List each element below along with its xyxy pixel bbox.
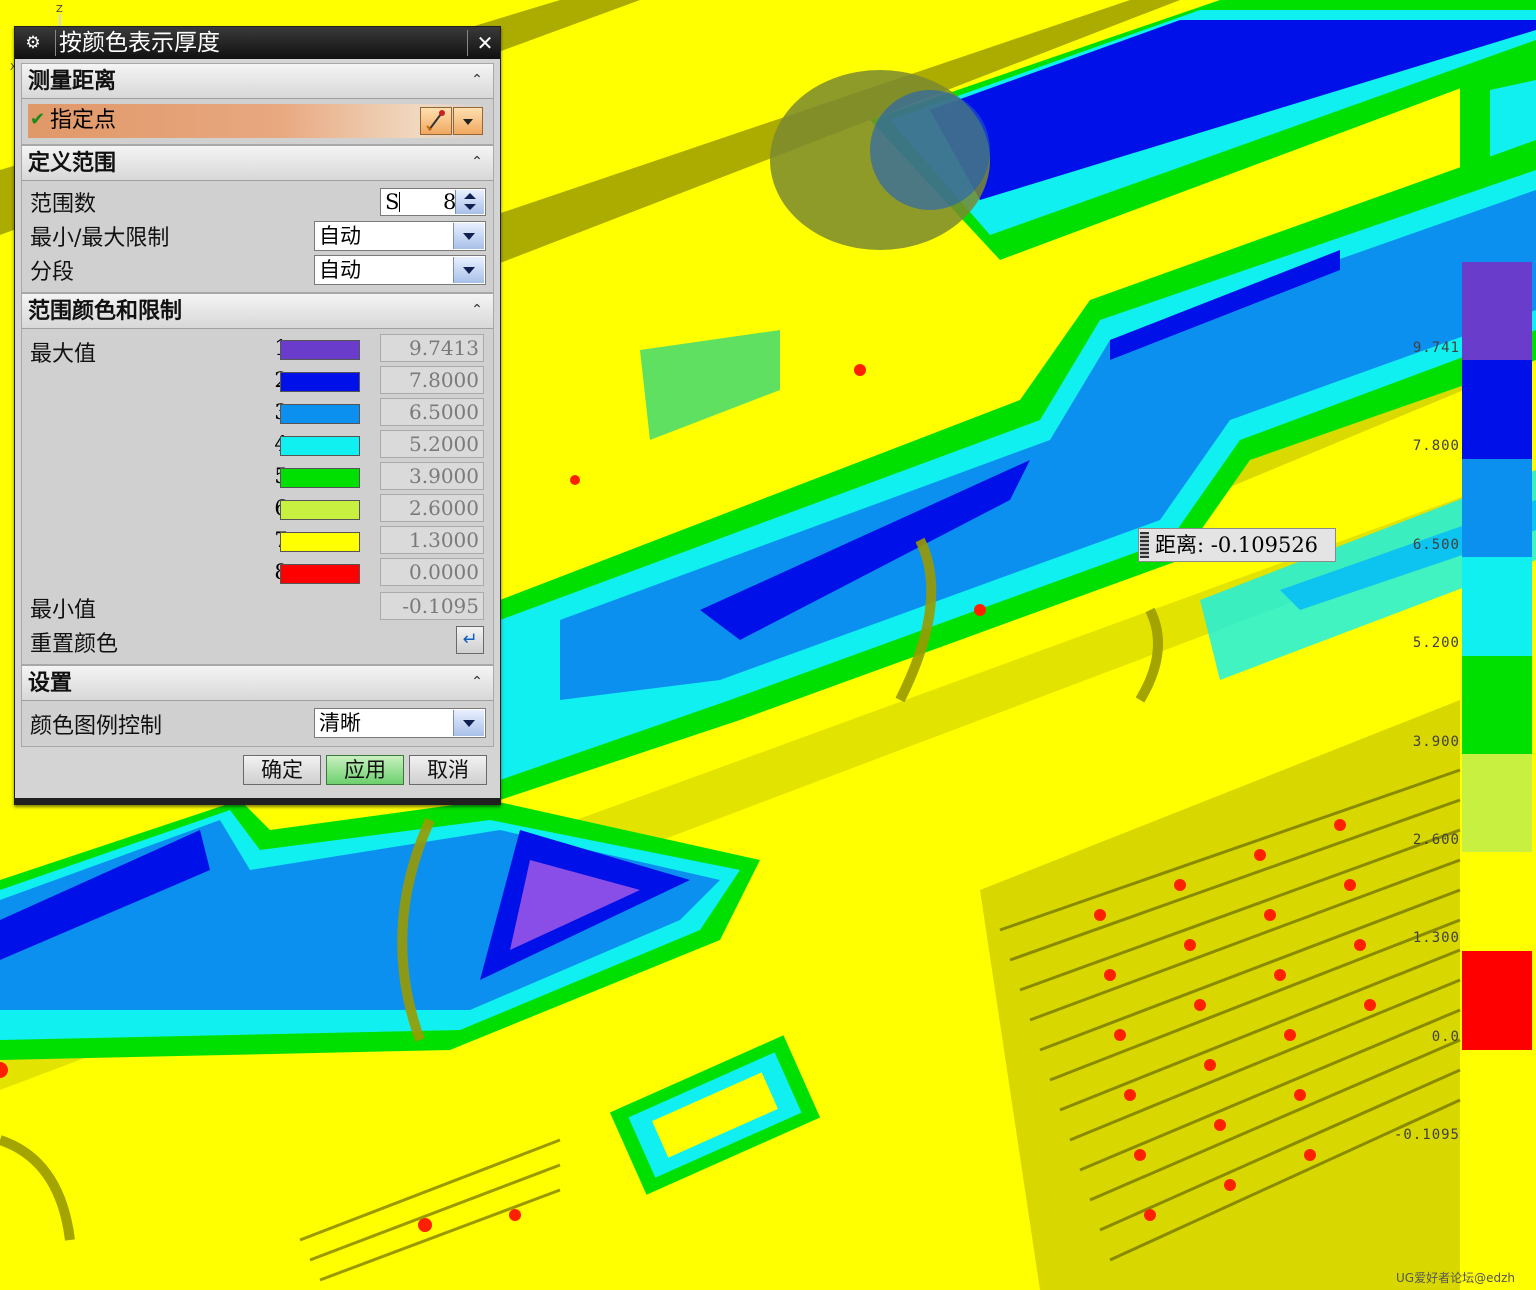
max-value-label: 最大值 (30, 342, 97, 367)
collapse-icon[interactable]: ⌃ (469, 302, 485, 318)
legend-color-segment (1462, 950, 1532, 1050)
range-count-value: S (385, 190, 400, 214)
section-header-measure[interactable]: 测量距离 ⌃ (22, 64, 493, 99)
legend-color-segment (1462, 852, 1532, 952)
legend-control-select[interactable]: 清晰 (314, 708, 486, 738)
section-title: 测量距离 (28, 68, 117, 94)
cancel-button[interactable]: 取消 (409, 755, 487, 785)
segment-label: 分段 (30, 260, 75, 285)
range-limit-field: 0.0000 (380, 558, 484, 586)
ok-button[interactable]: 确定 (243, 755, 321, 785)
check-icon: ✔ (30, 109, 46, 130)
legend-value-label: 1.300 (1412, 930, 1460, 947)
color-legend (1462, 262, 1532, 1050)
legend-color-segment (1462, 655, 1532, 755)
range-color-swatch[interactable] (280, 340, 360, 360)
point-options-dropdown[interactable] (453, 107, 483, 135)
segment-select[interactable]: 自动 (314, 255, 486, 285)
range-limit-field: 5.2000 (380, 430, 484, 458)
dropdown-icon[interactable] (453, 710, 484, 736)
section-define-range: 定义范围 ⌃ 范围数 S 8 最小/最大限制 自动 分段 自动 (21, 145, 494, 293)
section-header-settings[interactable]: 设置 ⌃ (22, 666, 493, 701)
apply-button[interactable]: 应用 (326, 755, 404, 785)
minmax-limit-label: 最小/最大限制 (30, 226, 170, 251)
legend-color-segment (1462, 360, 1532, 460)
watermark: UG爱好者论坛@edzh (1396, 1271, 1515, 1285)
min-value-label: 最小值 (30, 598, 97, 623)
legend-color-segment (1462, 262, 1532, 361)
range-limit-field: 9.7413 (380, 334, 484, 362)
specify-point-label: 指定点 (50, 108, 117, 133)
section-title: 设置 (28, 670, 73, 696)
range-count-label: 范围数 (30, 192, 97, 217)
range-color-swatch[interactable] (280, 468, 360, 488)
reset-icon[interactable]: ↵ (456, 626, 484, 654)
range-count-input[interactable]: S 8 (380, 188, 486, 216)
specify-point-row[interactable]: ✔ 指定点 (28, 104, 486, 138)
legend-control-value: 清晰 (319, 711, 361, 735)
minmax-limit-select[interactable]: 自动 (314, 221, 486, 251)
legend-value-label: 6.500 (1412, 536, 1460, 553)
distance-readout-text: 距离: -0.109526 (1155, 533, 1319, 557)
range-color-swatch[interactable] (280, 500, 360, 520)
legend-value-label: 9.741 (1412, 340, 1460, 356)
section-range-colors: 范围颜色和限制 ⌃ 最大值 19.741327.800036.500045.20… (21, 293, 494, 665)
legend-color-segment (1462, 557, 1532, 656)
dropdown-icon[interactable] (453, 223, 484, 249)
legend-value-label: 0.0 (1431, 1028, 1460, 1045)
gear-icon[interactable]: ⚙ (23, 33, 43, 53)
range-limit-field: 2.6000 (380, 494, 484, 522)
dropdown-icon (463, 119, 473, 125)
legend-control-label: 颜色图例控制 (30, 714, 163, 739)
legend-value-label: 2.600 (1412, 831, 1460, 848)
dropdown-icon[interactable] (453, 257, 484, 283)
range-color-swatch[interactable] (280, 532, 360, 552)
legend-value-label: -0.1095 (1393, 1127, 1460, 1143)
dialog-titlebar[interactable]: ⚙ 按颜色表示厚度 ✕ (15, 27, 500, 59)
point-dialog-icon[interactable] (420, 107, 452, 135)
range-limit-field: 1.3000 (380, 526, 484, 554)
close-icon[interactable]: ✕ (471, 29, 499, 57)
min-value-field: -0.1095 (380, 592, 484, 620)
grip-icon[interactable] (1140, 532, 1149, 558)
range-limit-field: 7.8000 (380, 366, 484, 394)
reset-color-label: 重置颜色 (30, 632, 119, 657)
section-title: 定义范围 (28, 150, 117, 176)
collapse-icon[interactable]: ⌃ (469, 154, 485, 170)
section-measure-distance: 测量距离 ⌃ ✔ 指定点 (21, 63, 494, 145)
section-header-range[interactable]: 定义范围 ⌃ (22, 146, 493, 181)
svg-text:Z: Z (56, 4, 63, 15)
range-color-swatch[interactable] (280, 564, 360, 584)
legend-value-label: 3.900 (1412, 733, 1460, 750)
dialog-title: 按颜色表示厚度 (59, 30, 220, 56)
legend-value-label: 7.800 (1412, 438, 1460, 455)
spinner-icon[interactable] (455, 190, 484, 214)
legend-color-segment (1462, 458, 1532, 558)
legend-color-segment (1462, 753, 1532, 853)
range-color-swatch[interactable] (280, 372, 360, 392)
collapse-icon[interactable]: ⌃ (469, 72, 485, 88)
range-color-swatch[interactable] (280, 404, 360, 424)
collapse-icon[interactable]: ⌃ (469, 674, 485, 690)
segment-value: 自动 (319, 258, 361, 282)
thickness-by-color-dialog: ⚙ 按颜色表示厚度 ✕ 测量距离 ⌃ ✔ 指定点 定义范围 ⌃ 范围数 S 8 … (14, 26, 501, 805)
legend-value-label: 5.200 (1412, 635, 1460, 652)
section-header-colors[interactable]: 范围颜色和限制 ⌃ (22, 294, 493, 329)
distance-readout: 距离: -0.109526 (1138, 528, 1336, 562)
range-limit-field: 3.9000 (380, 462, 484, 490)
section-title: 范围颜色和限制 (28, 298, 183, 324)
section-settings: 设置 ⌃ 颜色图例控制 清晰 (21, 665, 494, 747)
range-color-swatch[interactable] (280, 436, 360, 456)
minmax-limit-value: 自动 (319, 224, 361, 248)
range-limit-field: 6.5000 (380, 398, 484, 426)
